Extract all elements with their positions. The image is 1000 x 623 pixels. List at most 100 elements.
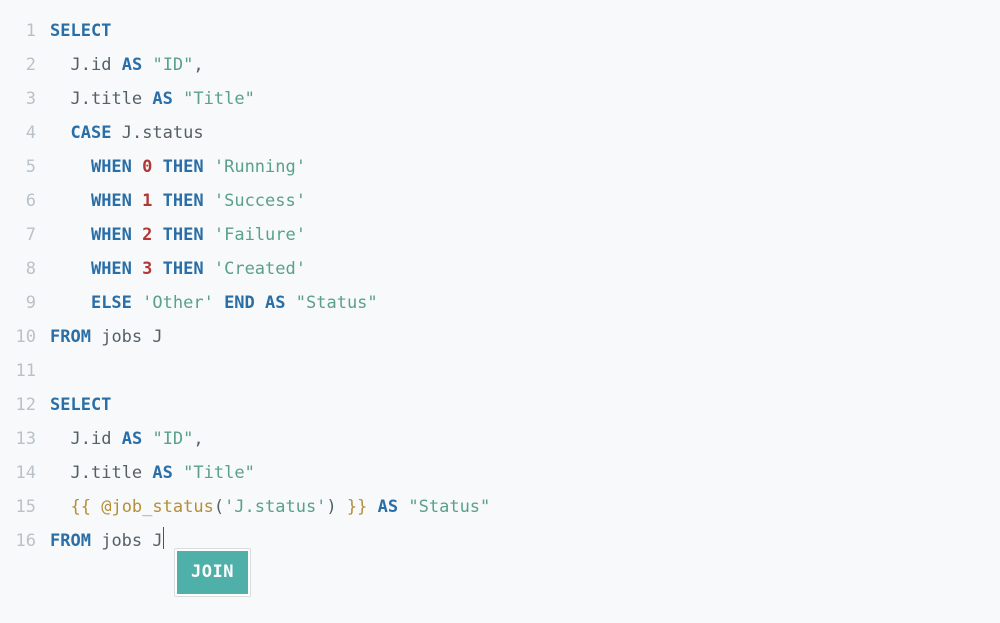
code-token xyxy=(142,327,152,347)
code-content[interactable]: J.title AS "Title" xyxy=(50,456,1000,490)
code-line[interactable]: 2 J.id AS "ID", xyxy=(0,48,1000,82)
code-token xyxy=(50,191,91,211)
text-cursor xyxy=(163,527,164,549)
code-token xyxy=(91,497,101,517)
code-line[interactable]: 1SELECT xyxy=(0,14,1000,48)
code-token xyxy=(214,293,224,313)
code-line[interactable]: 12SELECT xyxy=(0,388,1000,422)
code-token: "Status" xyxy=(296,293,378,313)
code-token: 'Other' xyxy=(142,293,214,313)
code-token: 'Success' xyxy=(214,191,306,211)
code-token: title xyxy=(91,463,142,483)
autocomplete-popup[interactable]: JOIN xyxy=(174,548,251,597)
code-token: 1 xyxy=(142,191,152,211)
code-token: ( xyxy=(214,497,224,517)
code-token xyxy=(398,497,408,517)
code-token: FROM xyxy=(50,531,91,551)
code-token xyxy=(132,225,142,245)
code-token xyxy=(142,463,152,483)
code-content[interactable]: ELSE 'Other' END AS "Status" xyxy=(50,286,1000,320)
line-number: 5 xyxy=(0,150,50,184)
code-token: WHEN xyxy=(91,259,132,279)
code-token xyxy=(111,429,121,449)
code-token: "Status" xyxy=(408,497,490,517)
code-content[interactable]: WHEN 1 THEN 'Success' xyxy=(50,184,1000,218)
code-line[interactable]: 4 CASE J.status xyxy=(0,116,1000,150)
code-line[interactable]: 13 J.id AS "ID", xyxy=(0,422,1000,456)
code-token xyxy=(91,327,101,347)
code-token: AS xyxy=(122,55,142,75)
code-token xyxy=(50,55,70,75)
code-content[interactable]: SELECT xyxy=(50,14,1000,48)
code-token: @job_status xyxy=(101,497,214,517)
code-content[interactable]: WHEN 3 THEN 'Created' xyxy=(50,252,1000,286)
code-token: ) xyxy=(326,497,336,517)
code-token: J xyxy=(70,55,80,75)
code-token: 'J.status' xyxy=(224,497,326,517)
code-token: ELSE xyxy=(91,293,132,313)
autocomplete-item[interactable]: JOIN xyxy=(177,551,248,594)
line-number: 6 xyxy=(0,184,50,218)
code-content[interactable]: WHEN 0 THEN 'Running' xyxy=(50,150,1000,184)
line-number: 4 xyxy=(0,116,50,150)
line-number: 1 xyxy=(0,14,50,48)
code-token xyxy=(152,191,162,211)
code-content[interactable]: CASE J.status xyxy=(50,116,1000,150)
line-number: 16 xyxy=(0,524,50,558)
code-line[interactable]: 5 WHEN 0 THEN 'Running' xyxy=(0,150,1000,184)
code-line[interactable]: 15 {{ @job_status('J.status') }} AS "Sta… xyxy=(0,490,1000,524)
code-content[interactable]: J.id AS "ID", xyxy=(50,422,1000,456)
code-token xyxy=(50,259,91,279)
code-line[interactable]: 8 WHEN 3 THEN 'Created' xyxy=(0,252,1000,286)
line-number: 3 xyxy=(0,82,50,116)
code-line[interactable]: 14 J.title AS "Title" xyxy=(0,456,1000,490)
code-content[interactable]: {{ @job_status('J.status') }} AS "Status… xyxy=(50,490,1000,524)
code-token: , xyxy=(193,55,203,75)
code-token: "ID" xyxy=(152,55,193,75)
code-token: WHEN xyxy=(91,157,132,177)
code-content[interactable]: J.id AS "ID", xyxy=(50,48,1000,82)
sql-code-editor[interactable]: 1SELECT2 J.id AS "ID",3 J.title AS "Titl… xyxy=(0,0,1000,623)
code-line[interactable]: 16FROM jobs JJOIN xyxy=(0,524,1000,558)
code-token: THEN xyxy=(163,225,204,245)
code-line[interactable]: 10FROM jobs J xyxy=(0,320,1000,354)
code-line[interactable]: 11 xyxy=(0,354,1000,388)
code-content[interactable]: J.title AS "Title" xyxy=(50,82,1000,116)
code-token: , xyxy=(193,429,203,449)
code-token: 2 xyxy=(142,225,152,245)
code-line[interactable]: 6 WHEN 1 THEN 'Success' xyxy=(0,184,1000,218)
code-token xyxy=(337,497,347,517)
code-line[interactable]: 3 J.title AS "Title" xyxy=(0,82,1000,116)
code-token: id xyxy=(91,55,111,75)
code-token xyxy=(132,293,142,313)
code-line[interactable]: 9 ELSE 'Other' END AS "Status" xyxy=(0,286,1000,320)
code-token xyxy=(50,89,70,109)
code-token xyxy=(152,225,162,245)
code-token: 'Failure' xyxy=(214,225,306,245)
code-token xyxy=(204,191,214,211)
code-token: WHEN xyxy=(91,191,132,211)
code-token: THEN xyxy=(163,259,204,279)
code-token xyxy=(50,293,91,313)
code-token: 'Running' xyxy=(214,157,306,177)
code-content[interactable]: FROM jobs JJOIN xyxy=(50,524,1000,558)
code-token: 'Created' xyxy=(214,259,306,279)
code-token: J xyxy=(152,327,162,347)
code-content[interactable]: FROM jobs J xyxy=(50,320,1000,354)
code-line[interactable]: 7 WHEN 2 THEN 'Failure' xyxy=(0,218,1000,252)
code-token: }} xyxy=(347,497,367,517)
line-number: 2 xyxy=(0,48,50,82)
code-token: J xyxy=(152,531,162,551)
code-token xyxy=(367,497,377,517)
code-content[interactable]: WHEN 2 THEN 'Failure' xyxy=(50,218,1000,252)
code-token xyxy=(50,123,70,143)
code-token xyxy=(50,497,70,517)
code-content[interactable]: SELECT xyxy=(50,388,1000,422)
code-token xyxy=(91,531,101,551)
code-token xyxy=(111,55,121,75)
code-token: AS xyxy=(378,497,398,517)
code-token: "Title" xyxy=(183,463,255,483)
line-number: 9 xyxy=(0,286,50,320)
line-number: 7 xyxy=(0,218,50,252)
code-token xyxy=(142,531,152,551)
